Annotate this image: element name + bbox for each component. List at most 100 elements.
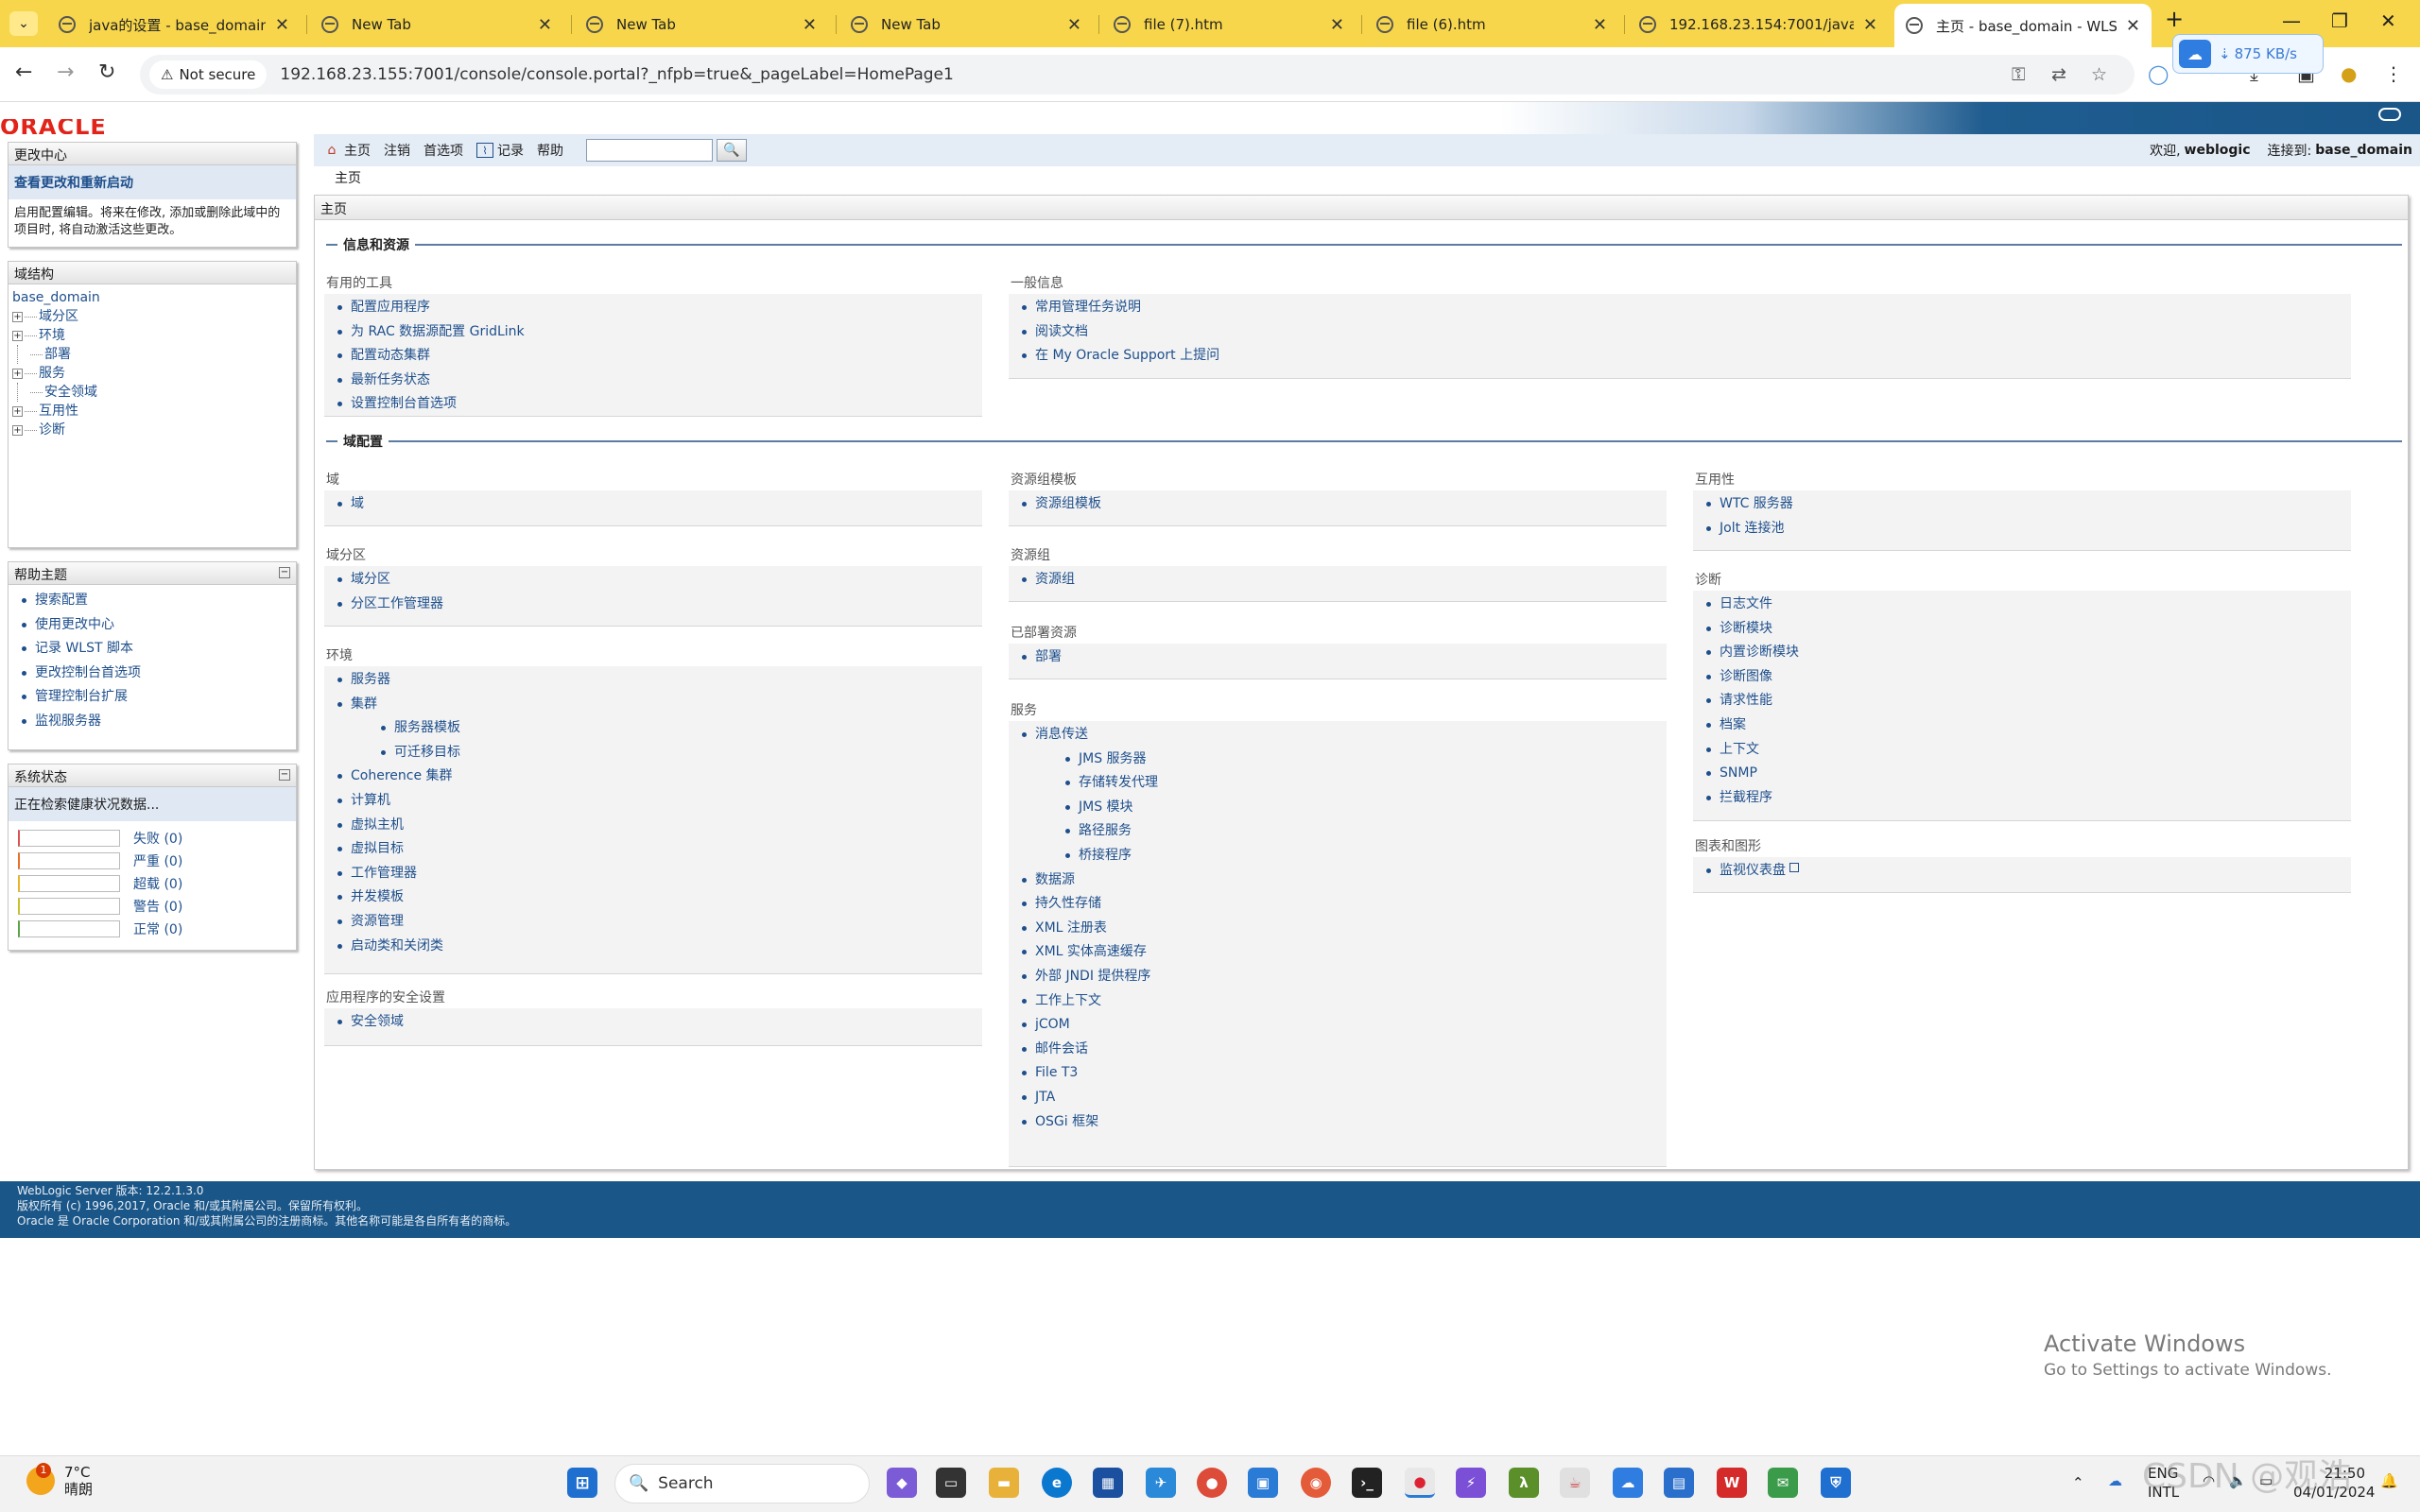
expand-plus-icon[interactable]: + — [12, 405, 23, 417]
tools-link[interactable]: 为 RAC 数据源配置 GridLink — [351, 324, 525, 339]
services-link[interactable]: 外部 JNDI 提供程序 — [1035, 969, 1150, 984]
screenshot-app-icon[interactable]: ◉ — [1301, 1468, 1331, 1498]
tree-link-deployments[interactable]: 部署 — [44, 345, 71, 364]
services-link[interactable]: JMS 模块 — [1079, 799, 1133, 815]
chrome-menu-icon[interactable]: ⋮ — [2384, 62, 2403, 85]
environment-link[interactable]: 虚拟主机 — [351, 817, 404, 833]
weather-widget[interactable]: 1 7°C 晴朗 — [26, 1463, 93, 1498]
help-link[interactable]: 管理控制台扩展 — [35, 689, 128, 704]
close-icon[interactable]: ✕ — [803, 15, 817, 35]
partitions-link[interactable]: 分区工作管理器 — [351, 596, 443, 611]
logout-link[interactable]: 注销 — [384, 141, 410, 160]
environment-link[interactable]: 并发模板 — [351, 889, 404, 904]
help-link[interactable]: 使用更改中心 — [35, 617, 114, 632]
services-link[interactable]: File T3 — [1035, 1065, 1078, 1080]
search-button[interactable]: 🔍 — [717, 139, 747, 162]
services-link[interactable]: JMS 服务器 — [1079, 751, 1147, 766]
browser-tab[interactable]: file (7).htm ✕ — [1102, 6, 1356, 43]
diagnostics-link[interactable]: 拦截程序 — [1720, 790, 1772, 805]
wps-office-icon[interactable]: W — [1717, 1468, 1747, 1498]
console-search-input[interactable] — [586, 139, 713, 162]
tree-link-security-realms[interactable]: 安全领域 — [44, 383, 97, 402]
environment-link[interactable]: 虚拟目标 — [351, 841, 404, 856]
deployed-link[interactable]: 部署 — [1035, 649, 1062, 664]
tree-link-interoperability[interactable]: 互用性 — [39, 402, 78, 421]
expand-plus-icon[interactable]: + — [12, 330, 23, 341]
help-link[interactable]: 帮助 — [537, 141, 563, 160]
services-link[interactable]: XML 注册表 — [1035, 920, 1107, 936]
tools-link[interactable]: 设置控制台首选项 — [351, 396, 457, 411]
interop-link[interactable]: WTC 服务器 — [1720, 496, 1793, 511]
services-link[interactable]: OSGi 框架 — [1035, 1114, 1098, 1129]
reload-icon[interactable]: ↻ — [98, 60, 115, 84]
close-icon[interactable]: ✕ — [1863, 15, 1877, 35]
close-icon[interactable]: ✕ — [275, 15, 289, 35]
close-icon[interactable]: ✕ — [1067, 15, 1081, 35]
partitions-link[interactable]: 域分区 — [351, 572, 390, 587]
tree-link-partitions[interactable]: 域分区 — [39, 307, 78, 326]
interop-link[interactable]: Jolt 连接池 — [1720, 521, 1785, 536]
tree-root-base-domain[interactable]: base_domain — [12, 290, 100, 305]
translate-icon[interactable]: ⇄ — [2051, 64, 2066, 85]
general-link[interactable]: 在 My Oracle Support 上提问 — [1035, 348, 1219, 363]
health-link-warning[interactable]: 警告 (0) — [133, 897, 182, 916]
tools-link[interactable]: 配置应用程序 — [351, 300, 430, 315]
visual-studio-icon[interactable]: ⚡ — [1456, 1468, 1486, 1498]
close-icon[interactable]: ✕ — [2126, 16, 2140, 36]
app-security-link[interactable]: 安全领域 — [351, 1014, 404, 1029]
tools-link[interactable]: 配置动态集群 — [351, 348, 430, 363]
notification-bell-icon[interactable]: 🔔 — [2380, 1471, 2398, 1490]
close-icon[interactable]: ✕ — [1593, 15, 1607, 35]
minimize-icon[interactable]: − — [279, 567, 290, 578]
browser-tab[interactable]: file (6).htm ✕ — [1365, 6, 1618, 43]
url-text[interactable]: 192.168.23.155:7001/console/console.port… — [280, 65, 953, 84]
address-bar[interactable]: ⚠ Not secure 192.168.23.155:7001/console… — [140, 55, 2135, 94]
tray-chevron-up-icon[interactable]: ⌃ — [2072, 1473, 2084, 1492]
forward-arrow-icon[interactable]: → — [57, 60, 74, 84]
site-info-button[interactable]: ⚠ Not secure — [149, 60, 268, 89]
baidu-netdisk-icon[interactable]: ☁ — [1613, 1468, 1643, 1498]
task-view-icon[interactable]: ▭ — [936, 1468, 966, 1498]
health-link-overloaded[interactable]: 超载 (0) — [133, 874, 182, 893]
services-link[interactable]: 消息传送 — [1035, 727, 1088, 742]
services-link[interactable]: 邮件会话 — [1035, 1041, 1088, 1057]
services-link[interactable]: 数据源 — [1035, 872, 1075, 887]
environment-link[interactable]: 可迁移目标 — [394, 745, 460, 760]
copilot-app-icon[interactable]: ◆ — [887, 1468, 917, 1498]
file-explorer-icon[interactable]: ▬ — [989, 1468, 1019, 1498]
help-link[interactable]: 记录 WLST 脚本 — [35, 641, 133, 656]
health-link-ok[interactable]: 正常 (0) — [133, 919, 182, 938]
preferences-link[interactable]: 首选项 — [424, 141, 463, 160]
start-windows-icon[interactable]: ⊞ — [567, 1468, 597, 1498]
browser-tab-active[interactable]: 主页 - base_domain - WLS 控 ✕ — [1894, 4, 2152, 47]
notepad-icon[interactable]: ▤ — [1664, 1468, 1694, 1498]
services-link[interactable]: JTA — [1035, 1090, 1055, 1105]
services-link[interactable]: jCOM — [1035, 1017, 1070, 1032]
help-link[interactable]: 搜索配置 — [35, 593, 88, 608]
health-link-critical[interactable]: 严重 (0) — [133, 851, 182, 870]
idea-app-icon[interactable]: λ — [1509, 1468, 1539, 1498]
taskbar-search[interactable]: 🔍 Search — [614, 1464, 870, 1503]
browser-tab[interactable]: New Tab ✕ — [839, 6, 1093, 43]
home-link[interactable]: ⌂ 主页 — [323, 141, 371, 160]
close-window-button[interactable]: ✕ — [2380, 9, 2396, 32]
security-shield-icon[interactable]: ⛨ — [1821, 1468, 1851, 1498]
services-link[interactable]: XML 实体高速缓存 — [1035, 944, 1147, 959]
environment-link[interactable]: 工作管理器 — [351, 866, 417, 881]
chrome-active-app-icon[interactable]: ● — [1405, 1468, 1435, 1498]
close-icon[interactable]: ✕ — [1330, 15, 1344, 35]
onedrive-cloud-icon[interactable]: ☁ — [2108, 1471, 2122, 1490]
profile-avatar-icon[interactable]: ● — [2341, 62, 2357, 85]
diagnostics-link[interactable]: 诊断模块 — [1720, 621, 1772, 636]
download-speed-widget[interactable]: ☁ ⇣ 875 KB/s — [2172, 34, 2324, 74]
remote-desktop-icon[interactable]: ▣ — [1248, 1468, 1278, 1498]
java-app-icon[interactable]: ☕ — [1560, 1468, 1590, 1498]
terminal-icon[interactable]: ›_ — [1352, 1468, 1382, 1498]
domain-link[interactable]: 域 — [351, 496, 364, 511]
minimize-icon[interactable]: − — [279, 769, 290, 781]
chrome-app-icon[interactable]: ● — [1197, 1468, 1227, 1498]
services-link[interactable]: 工作上下文 — [1035, 993, 1101, 1008]
help-link[interactable]: 更改控制台首选项 — [35, 665, 141, 680]
tools-link[interactable]: 最新任务状态 — [351, 372, 430, 387]
breadcrumb[interactable]: 主页 — [335, 168, 361, 187]
